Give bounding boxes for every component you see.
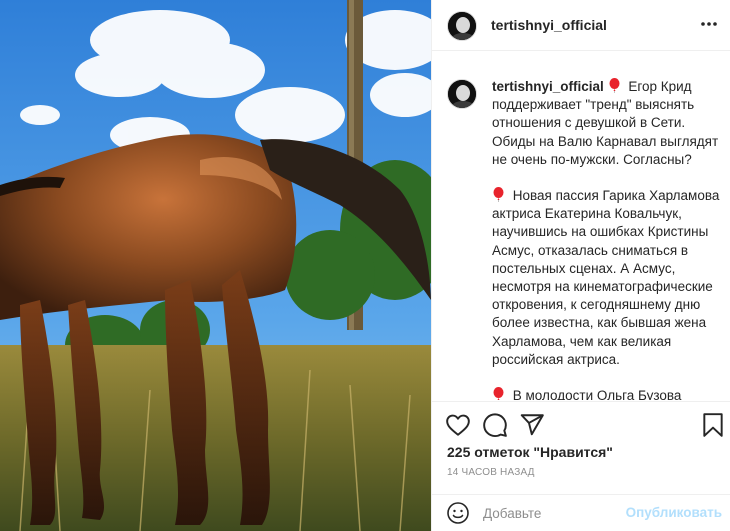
bookmark-icon[interactable] [700,412,726,438]
horse-photo-image [0,0,431,531]
post-caption: tertishnyi_official Егор Крид поддержива… [492,78,720,400]
avatar-image [448,12,476,40]
post-panel: tertishnyi_official tertishnyi_official [431,0,730,531]
comment-input[interactable] [483,504,633,522]
caption-paragraph: В молодости Ольга Бузова рьяно подражала… [492,387,720,400]
avatar[interactable] [447,11,477,41]
red-balloon-icon [609,78,620,93]
caption-text: Новая пассия Гарика Харламова актриса Ек… [492,188,720,367]
caption-username[interactable]: tertishnyi_official [492,79,604,94]
caption-text: В молодости Ольга Бузова рьяно подражала… [512,388,682,400]
add-comment-bar: Опубликовать [432,494,730,531]
likes-count[interactable]: 225 отметок "Нравится" [447,444,613,460]
caption-paragraph: Новая пассия Гарика Харламова актриса Ек… [492,187,720,369]
post-actions: 225 отметок "Нравится" 14 часов назад Оп… [432,401,730,531]
post-timestamp[interactable]: 14 часов назад [447,467,535,478]
smile-icon[interactable] [446,501,470,525]
more-horizontal-icon[interactable] [699,14,719,34]
post-photo[interactable] [0,0,431,531]
comments-scroll-area[interactable]: tertishnyi_official Егор Крид поддержива… [432,52,730,400]
caption-paragraph: tertishnyi_official Егор Крид поддержива… [492,78,720,169]
publish-button[interactable]: Опубликовать [626,505,722,520]
avatar-image [448,80,476,108]
post-header: tertishnyi_official [432,0,730,51]
comment-icon[interactable] [482,412,508,438]
heart-icon[interactable] [445,412,471,438]
caption-avatar[interactable] [447,79,477,109]
red-balloon-icon [493,187,504,203]
share-icon[interactable] [519,412,545,438]
post-username[interactable]: tertishnyi_official [491,17,607,33]
red-balloon-icon [493,387,504,400]
